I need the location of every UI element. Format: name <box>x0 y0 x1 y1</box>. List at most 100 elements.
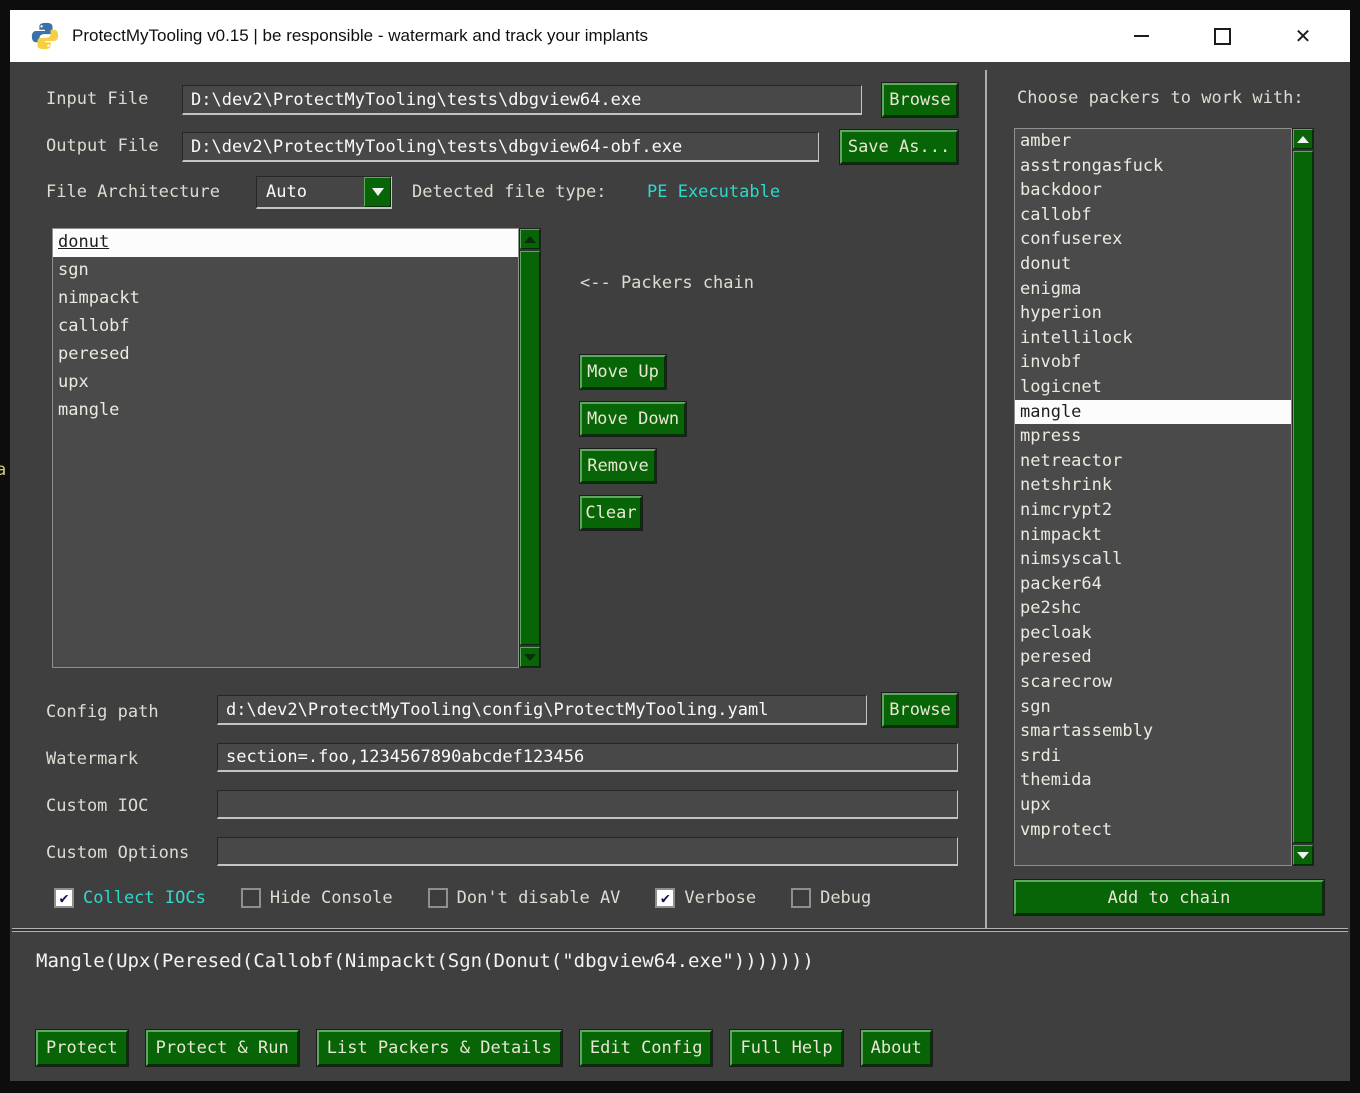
checkbox-don-t-disable-av[interactable]: Don't disable AV <box>427 888 620 908</box>
packer-item-backdoor[interactable]: backdoor <box>1015 178 1291 203</box>
checkbox-box-hide-console[interactable] <box>240 888 261 908</box>
packers-heading: Choose packers to work with: <box>1017 88 1304 108</box>
arrow-up-icon <box>524 235 536 243</box>
packer-item-nimsyscall[interactable]: nimsyscall <box>1015 547 1291 572</box>
arrow-up-icon <box>1297 135 1309 143</box>
watermark-field[interactable]: section=.foo,1234567890abcdef123456 <box>217 743 958 772</box>
checkbox-label-verbose: Verbose <box>684 888 757 908</box>
config-path-field[interactable]: d:\dev2\ProtectMyTooling\config\ProtectM… <box>217 695 867 725</box>
packer-item-pe2shc[interactable]: pe2shc <box>1015 596 1291 621</box>
input-file-label: Input File <box>46 89 149 109</box>
file-architecture-dropdown[interactable]: Auto <box>256 176 392 209</box>
options-row: ✔ Collect IOCs Hide Console Don't disable A… <box>54 886 871 910</box>
packers-chain-expression: Mangle(Upx(Peresed(Callobf(Nimpackt(Sgn(… <box>36 950 814 972</box>
packer-item-hyperion[interactable]: hyperion <box>1015 301 1291 326</box>
packer-item-netreactor[interactable]: netreactor <box>1015 449 1291 474</box>
list-packers-details-button[interactable]: List Packers & Details <box>316 1030 562 1066</box>
packers-list-items: amber asstrongasfuck backdoor callobf confus… <box>1015 129 1291 842</box>
config-path-browse-button[interactable]: Browse <box>882 693 958 727</box>
chain-item-nimpackt[interactable]: nimpackt <box>53 285 518 313</box>
checkbox-box-collect-iocs[interactable]: ✔ <box>54 888 74 908</box>
packer-item-smartassembly[interactable]: smartassembly <box>1015 719 1291 744</box>
checkbox-verbose[interactable]: ✔ Verbose <box>655 888 756 908</box>
checkbox-hide-console[interactable]: Hide Console <box>240 888 393 908</box>
packer-item-peresed[interactable]: peresed <box>1015 645 1291 670</box>
chain-listbox[interactable]: donut sgn nimpackt callobf peresed upx mangle <box>52 228 519 668</box>
dropdown-arrow-button[interactable] <box>364 177 391 207</box>
packer-item-netshrink[interactable]: netshrink <box>1015 473 1291 498</box>
packer-item-enigma[interactable]: enigma <box>1015 277 1291 302</box>
packer-item-intellilock[interactable]: intellilock <box>1015 326 1291 351</box>
chain-item-upx[interactable]: upx <box>53 369 518 397</box>
packer-item-nimpackt[interactable]: nimpackt <box>1015 523 1291 548</box>
chain-item-mangle[interactable]: mangle <box>53 397 518 425</box>
packer-item-themida[interactable]: themida <box>1015 768 1291 793</box>
output-file-field[interactable]: D:\dev2\ProtectMyTooling\tests\dbgview64… <box>182 132 819 162</box>
packer-item-vmprotect[interactable]: vmprotect <box>1015 818 1291 843</box>
protect-button[interactable]: Protect <box>36 1030 128 1066</box>
maximize-button[interactable] <box>1211 25 1233 47</box>
background-window-artifact: a <box>0 460 7 480</box>
detected-file-type-label: Detected file type: <box>412 182 607 202</box>
packer-item-packer64[interactable]: packer64 <box>1015 572 1291 597</box>
packer-item-scarecrow[interactable]: scarecrow <box>1015 670 1291 695</box>
window-title: ProtectMyTooling v0.15 | be responsible … <box>72 26 649 45</box>
output-file-save-as-button[interactable]: Save As... <box>840 130 958 164</box>
packer-item-pecloak[interactable]: pecloak <box>1015 621 1291 646</box>
vertical-separator <box>985 70 987 928</box>
custom-ioc-label: Custom IOC <box>46 796 149 816</box>
checkbox-box-verbose[interactable]: ✔ <box>655 888 676 908</box>
checkbox-box-debug[interactable] <box>791 888 812 908</box>
about-button[interactable]: About <box>860 1030 932 1066</box>
packer-item-mangle[interactable]: mangle <box>1015 399 1291 425</box>
packer-item-amber[interactable]: amber <box>1015 129 1291 154</box>
scrollbar-thumb[interactable] <box>1293 151 1313 843</box>
arrow-down-icon <box>1297 851 1309 859</box>
main-content: Input File D:\dev2\ProtectMyTooling\test… <box>10 62 1350 1081</box>
add-to-chain-button[interactable]: Add to chain <box>1014 880 1324 915</box>
close-button[interactable]: ✕ <box>1292 25 1314 48</box>
remove-button[interactable]: Remove <box>580 449 656 483</box>
minimize-button[interactable] <box>1130 25 1152 47</box>
clear-button[interactable]: Clear <box>580 496 642 530</box>
scroll-down-button[interactable] <box>1293 845 1313 865</box>
checkbox-box-don-t-disable-av[interactable] <box>427 888 448 908</box>
scroll-up-button[interactable] <box>1293 129 1313 149</box>
file-architecture-label: File Architecture <box>46 182 220 202</box>
arrow-down-icon <box>524 653 536 661</box>
packer-item-callobf[interactable]: callobf <box>1015 203 1291 228</box>
packer-item-upx[interactable]: upx <box>1015 793 1291 818</box>
packers-listbox[interactable]: amber asstrongasfuck backdoor callobf confus… <box>1014 128 1292 866</box>
packer-item-nimcrypt2[interactable]: nimcrypt2 <box>1015 498 1291 523</box>
full-help-button[interactable]: Full Help <box>730 1030 843 1066</box>
scroll-down-button[interactable] <box>520 647 540 667</box>
scrollbar-thumb[interactable] <box>520 251 540 645</box>
packer-item-sgn[interactable]: sgn <box>1015 695 1291 720</box>
custom-ioc-field[interactable] <box>217 790 958 819</box>
packer-item-srdi[interactable]: srdi <box>1015 744 1291 769</box>
packer-item-asstrongasfuck[interactable]: asstrongasfuck <box>1015 154 1291 179</box>
packers-listbox-scrollbar[interactable] <box>1292 128 1314 866</box>
chain-item-sgn[interactable]: sgn <box>53 257 518 285</box>
move-up-button[interactable]: Move Up <box>580 355 666 389</box>
protect-run-button[interactable]: Protect & Run <box>145 1030 299 1066</box>
move-down-button[interactable]: Move Down <box>580 402 686 436</box>
checkbox-collect-iocs[interactable]: ✔ Collect IOCs <box>54 888 206 908</box>
packer-item-logicnet[interactable]: logicnet <box>1015 375 1291 400</box>
packer-item-donut[interactable]: donut <box>1015 252 1291 277</box>
input-file-field[interactable]: D:\dev2\ProtectMyTooling\tests\dbgview64… <box>182 85 862 115</box>
chain-listbox-scrollbar[interactable] <box>519 228 541 668</box>
chain-item-callobf[interactable]: callobf <box>53 313 518 341</box>
checkbox-debug[interactable]: Debug <box>791 888 871 908</box>
chain-item-donut[interactable]: donut <box>53 229 518 257</box>
input-file-browse-button[interactable]: Browse <box>882 83 958 117</box>
custom-options-field[interactable] <box>217 837 958 866</box>
actions-row: Protect Protect & Run List Packers & Detai… <box>36 1030 932 1066</box>
chain-item-peresed[interactable]: peresed <box>53 341 518 369</box>
detected-file-type-value: PE Executable <box>647 182 781 202</box>
packer-item-invobf[interactable]: invobf <box>1015 350 1291 375</box>
edit-config-button[interactable]: Edit Config <box>579 1030 713 1066</box>
scroll-up-button[interactable] <box>520 229 540 249</box>
packer-item-mpress[interactable]: mpress <box>1015 424 1291 449</box>
packer-item-confuserex[interactable]: confuserex <box>1015 227 1291 252</box>
